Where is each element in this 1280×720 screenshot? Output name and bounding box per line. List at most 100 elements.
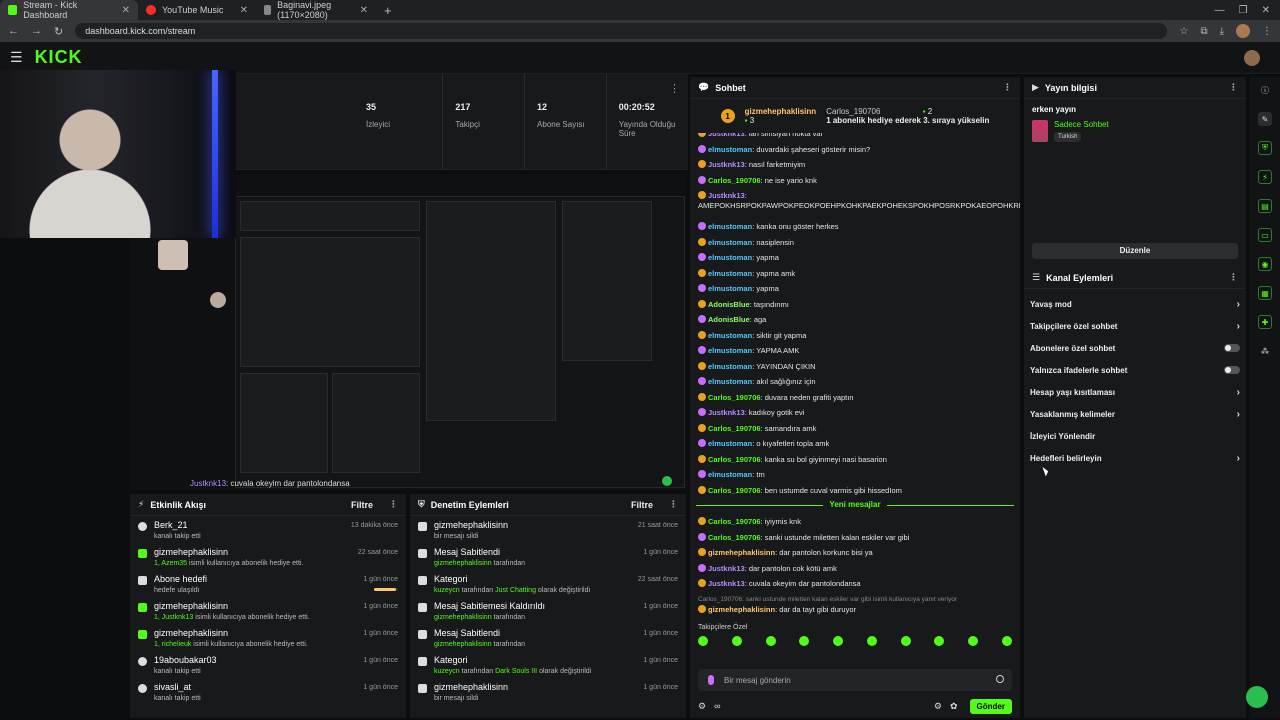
star-icon[interactable]: ☆ xyxy=(1179,26,1188,37)
chat-input[interactable]: Bir mesaj gönderin xyxy=(698,669,1012,691)
chat-message[interactable]: elmustoman: tm xyxy=(698,470,1014,480)
channel-action-item[interactable]: Yalnızca ifadelerle sohbet xyxy=(1024,359,1246,381)
moderator-name[interactable]: gizmehephaklisinn xyxy=(434,614,492,621)
tab-kick-dashboard[interactable]: Stream - Kick Dashboard ✕ xyxy=(0,0,138,20)
event-highlight[interactable]: 1, richelieuk xyxy=(154,641,191,648)
channel-action-item[interactable]: İzleyici Yönlendir xyxy=(1024,425,1246,447)
close-icon[interactable]: ✕ xyxy=(360,5,368,16)
emote-icon[interactable] xyxy=(968,636,979,646)
chat-username[interactable]: Carlos_190706 xyxy=(708,517,761,526)
channel-action-item[interactable]: Abonelere özel sohbet xyxy=(1024,337,1246,359)
back-icon[interactable]: ← xyxy=(8,25,19,37)
shield-rail-icon[interactable]: ⛨ xyxy=(1258,141,1272,155)
emote-icon[interactable] xyxy=(731,636,742,646)
chat-message[interactable]: elmustoman: kanka onu göster herkes xyxy=(698,222,1014,232)
emote-icon[interactable] xyxy=(799,636,810,646)
bolt-icon[interactable]: ⚡ xyxy=(1258,170,1272,184)
chat-username[interactable]: elmustoman xyxy=(708,238,752,247)
chat-message[interactable]: elmustoman: nasiplensin xyxy=(698,237,1014,248)
toggle-switch[interactable] xyxy=(1224,344,1240,352)
chat-username[interactable]: Carlos_190706 xyxy=(708,424,761,433)
tab-image[interactable]: Baginavi.jpeg (1170×2080) ✕ xyxy=(256,0,376,20)
chat-username[interactable]: gizmehephaklisinn xyxy=(708,548,775,557)
chat-message[interactable]: Carlos_190706: samandıra amk xyxy=(698,423,1014,434)
moderation-item[interactable]: Mesaj Sabitlendi gizmehephaklisinn tarafı… xyxy=(410,543,686,570)
document-icon[interactable]: ▤ xyxy=(1258,199,1272,213)
chat-message[interactable]: elmustoman: yapma amk xyxy=(698,268,1014,279)
emote-icon[interactable] xyxy=(900,636,911,646)
chat-username[interactable]: AdonisBlue xyxy=(708,315,750,324)
filter-button[interactable]: Filtre xyxy=(351,500,373,510)
emote-icon[interactable] xyxy=(698,636,708,646)
kick-logo[interactable]: KICK xyxy=(35,47,83,68)
chat-message[interactable]: Carlos_190706: ben ustumde cuval varmis … xyxy=(698,485,1014,496)
chat-rail-icon[interactable]: ▭ xyxy=(1258,228,1272,242)
edit-icon[interactable]: ✎ xyxy=(1258,112,1272,126)
activity-item[interactable]: gizmehephaklisinn 1, Justknk13 isimli kul… xyxy=(130,597,406,624)
info-icon[interactable]: ⓘ xyxy=(1258,83,1272,97)
help-chat-button[interactable] xyxy=(1246,686,1268,708)
tab-youtube-music[interactable]: YouTube Music ✕ xyxy=(138,0,256,20)
chat-message[interactable]: Carlos_190706: ne ise yario knk xyxy=(698,175,1014,186)
settings-icon[interactable]: ⚙ xyxy=(698,701,706,712)
moderator-name[interactable]: gizmehephaklisinn xyxy=(434,560,492,567)
chat-username[interactable]: elmustoman xyxy=(708,145,752,154)
chat-username[interactable]: Carlos_190706 xyxy=(708,393,761,402)
event-name[interactable]: gizmehephaklisinn xyxy=(154,628,398,638)
infinity-icon[interactable]: ∞ xyxy=(714,701,720,711)
chat-message[interactable]: Carlos_190706: kanka su bol giyinmeyi na… xyxy=(698,454,1014,465)
channel-action-item[interactable]: Yavaş mod › xyxy=(1024,293,1246,315)
emote-icon[interactable] xyxy=(833,636,844,646)
activity-item[interactable]: Berk_21 kanalı takip etti 13 dakika önce xyxy=(130,516,406,543)
moderator-name[interactable]: kuzeycn xyxy=(434,587,460,594)
emoji-icon[interactable] xyxy=(996,675,1004,683)
event-name[interactable]: sivasli_at xyxy=(154,682,398,692)
chat-message[interactable]: Justknk13: cuvala okeyim dar pantolondan… xyxy=(698,579,1014,589)
moderator-name[interactable]: gizmehephaklisinn xyxy=(434,641,492,648)
chat-username[interactable]: elmustoman xyxy=(708,222,752,231)
moderation-item[interactable]: gizmehephaklisinn bir mesajı sildi 1 gün ö… xyxy=(410,678,686,705)
chat-username[interactable]: elmustoman xyxy=(708,253,752,262)
chat-message[interactable]: Justknk13: kadıkoy gotik evi xyxy=(698,408,1014,418)
gifter-name[interactable]: gizmehephaklisinn xyxy=(745,107,817,116)
chat-message[interactable]: Carlos_190706: duvara neden grafiti yapt… xyxy=(698,392,1014,403)
emote-picker-icon[interactable] xyxy=(708,675,714,685)
chat-username[interactable]: Carlos_190706 xyxy=(708,533,761,542)
more-icon[interactable]: ⋮ xyxy=(1003,82,1012,93)
chat-username[interactable]: Carlos_190706 xyxy=(708,455,761,464)
event-highlight[interactable]: 1, Justknk13 xyxy=(154,614,193,621)
chat-message[interactable]: Carlos_190706: iyiymis knk xyxy=(698,517,1014,527)
activity-item[interactable]: gizmehephaklisinn 1, richelieuk isimli ku… xyxy=(130,624,406,651)
chat-message[interactable]: Justknk13: nasıl farketmiyim xyxy=(698,160,1014,170)
emote-icon[interactable] xyxy=(1001,636,1012,646)
chat-username[interactable]: Justknk13 xyxy=(708,160,745,169)
event-highlight[interactable]: 1, Azem35 xyxy=(154,560,187,567)
url-input[interactable]: dashboard.kick.com/stream xyxy=(75,23,1168,39)
more-icon[interactable]: ⋮ xyxy=(1229,82,1238,93)
chat-username[interactable]: Carlos_190706 xyxy=(708,486,761,495)
apps-icon[interactable]: ⁂ xyxy=(1258,344,1272,358)
mod-action-name[interactable]: gizmehephaklisinn xyxy=(434,682,678,692)
chat-message[interactable]: Justknk13: dar pantolon cok kötü amk xyxy=(698,563,1014,574)
recipient-name[interactable]: Carlos_190706 xyxy=(826,107,880,116)
event-name[interactable]: gizmehephaklisinn xyxy=(154,601,398,611)
new-tab-button[interactable]: + xyxy=(376,3,400,18)
close-icon[interactable]: ✕ xyxy=(240,5,248,16)
more-icon[interactable]: ⋮ xyxy=(669,499,678,510)
chat-message[interactable]: gizmehephaklisinn: dar da tayt gibi duru… xyxy=(698,604,1014,615)
moderation-item[interactable]: Kategori kuzeycn tarafından Dark Souls II… xyxy=(410,651,686,678)
mod-action-name[interactable]: Mesaj Sabitlendi xyxy=(434,547,678,557)
channel-action-item[interactable]: Takipçilere özel sohbet › xyxy=(1024,315,1246,337)
chat-username[interactable]: elmustoman xyxy=(708,346,752,355)
chat-username[interactable]: Justknk13 xyxy=(708,564,745,573)
activity-item[interactable]: gizmehephaklisinn 1, Azem35 isimli kullan… xyxy=(130,543,406,570)
restore-icon[interactable]: ❐ xyxy=(1239,5,1248,16)
moderation-item[interactable]: gizmehephaklisinn bir mesajı sildi 21 saat… xyxy=(410,516,686,543)
chat-message[interactable]: elmustoman: yapma xyxy=(698,253,1014,263)
chat-message[interactable]: Carlos_190706: sanki ustunde miletten ka… xyxy=(698,532,1014,543)
close-window-icon[interactable]: ✕ xyxy=(1262,5,1270,16)
edit-button[interactable]: Düzenle xyxy=(1032,243,1238,259)
moderation-item[interactable]: Mesaj Sabitlendi gizmehephaklisinn tarafı… xyxy=(410,624,686,651)
mod-action-name[interactable]: Kategori xyxy=(434,655,678,665)
user-avatar[interactable] xyxy=(1244,50,1260,66)
